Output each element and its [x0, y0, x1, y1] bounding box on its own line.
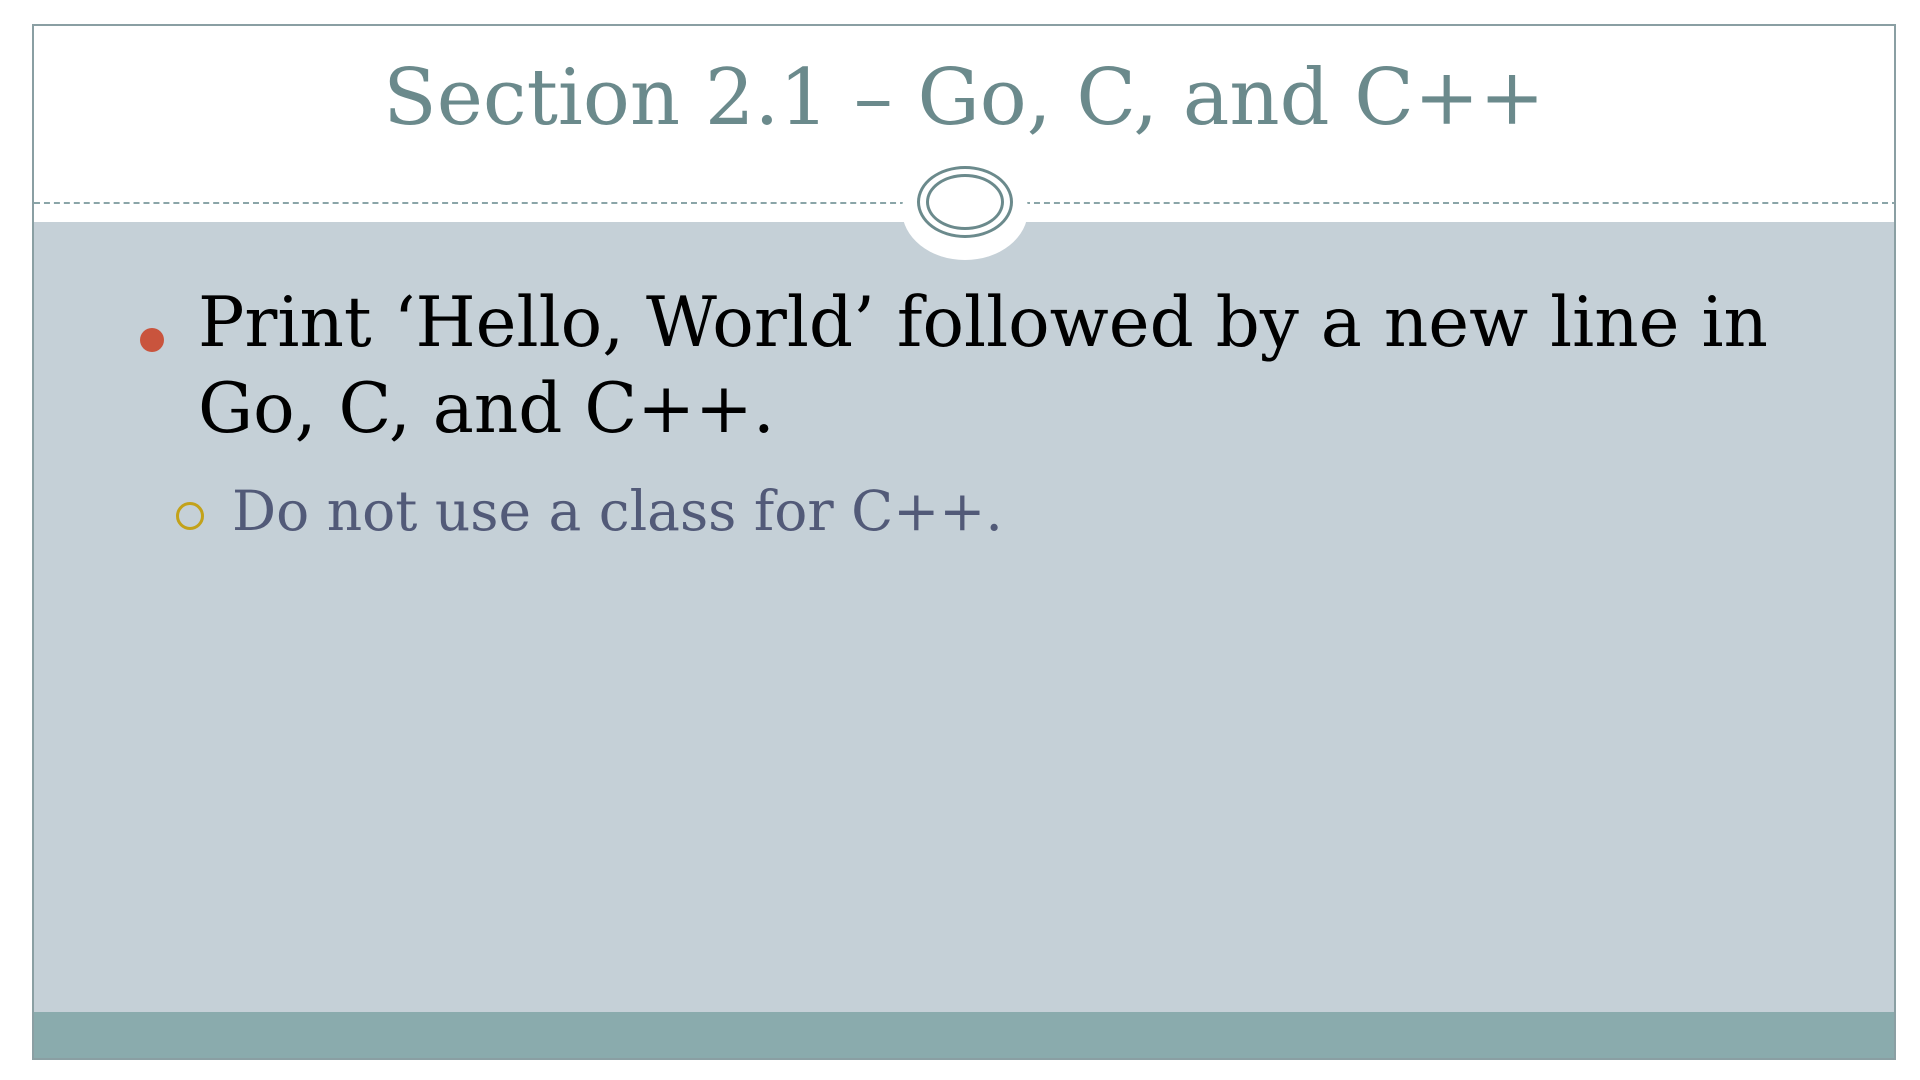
bullet-dot-icon — [140, 328, 164, 352]
bullet-text: Print ‘Hello, World’ followed by a new l… — [198, 283, 1768, 449]
title-divider-right — [1024, 202, 1894, 204]
sub-bullet-ring-icon — [176, 502, 204, 530]
title-divider-left — [34, 202, 906, 204]
slide-title: Section 2.1 – Go, C, and C++ — [383, 53, 1545, 143]
slide: Section 2.1 – Go, C, and C++ Print ‘Hell… — [32, 24, 1896, 1060]
footer-bar — [34, 1012, 1894, 1058]
medallion-inner-ring — [926, 174, 1004, 230]
sub-bullet-text: Do not use a class for C++. — [232, 479, 1003, 543]
